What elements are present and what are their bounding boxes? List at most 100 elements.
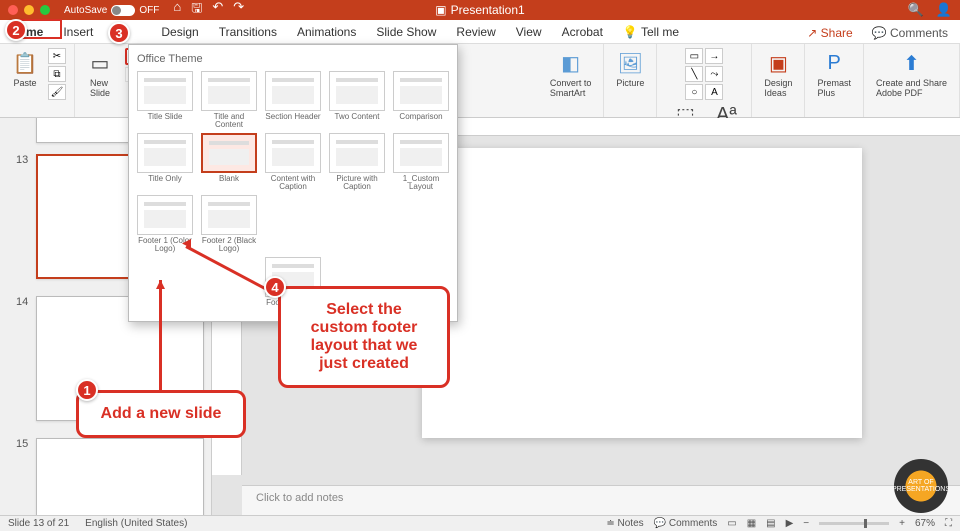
language-status[interactable]: English (United States) xyxy=(85,518,187,529)
layout-comparison[interactable]: Comparison xyxy=(391,71,451,129)
annotation-circle-4: 4 xyxy=(264,276,286,298)
format-painter-icon[interactable]: 🖌 xyxy=(48,84,66,100)
designer-group: ▣ Design Ideas xyxy=(752,44,805,117)
shape-rect-icon[interactable]: ▭ xyxy=(685,48,703,64)
layout-content-caption[interactable]: Content with Caption xyxy=(263,133,323,191)
layout-gallery: Office Theme Title Slide Title and Conte… xyxy=(128,44,458,322)
maximize-window-button[interactable] xyxy=(40,5,50,15)
document-title: ▣ Presentation1 xyxy=(435,3,524,17)
new-slide-icon: ▭ xyxy=(87,50,113,76)
picture-button[interactable]: 🖼 Picture xyxy=(612,48,648,90)
thumb-number-14: 14 xyxy=(16,296,28,308)
notes-pane[interactable]: Click to add notes xyxy=(242,485,960,515)
tab-acrobat[interactable]: Acrobat xyxy=(552,21,613,43)
shape-line-icon[interactable]: ╲ xyxy=(685,66,703,82)
slide-position: Slide 13 of 21 xyxy=(8,518,69,529)
powerpoint-icon: ▣ xyxy=(435,3,446,17)
premast-icon: P xyxy=(821,50,847,76)
view-slideshow-icon[interactable]: ▶ xyxy=(786,518,794,529)
annotation-box-1: Add a new slide xyxy=(76,390,246,438)
view-sorter-icon[interactable]: ▦ xyxy=(747,518,756,529)
layout-picture-caption[interactable]: Picture with Caption xyxy=(327,133,387,191)
adobe-pdf-button[interactable]: ⬆ Create and Share Adobe PDF xyxy=(872,48,951,100)
tab-view[interactable]: View xyxy=(506,21,552,43)
status-bar: Slide 13 of 21 English (United States) ≐… xyxy=(0,515,960,531)
zoom-slider[interactable] xyxy=(819,522,889,525)
zoom-in-icon[interactable]: + xyxy=(899,518,905,529)
tell-me[interactable]: 💡 Tell me xyxy=(613,21,689,43)
zoom-out-icon[interactable]: − xyxy=(803,518,809,529)
save-icon[interactable]: 🖫 xyxy=(191,0,202,21)
layout-blank[interactable]: Blank xyxy=(199,133,259,191)
home-icon[interactable]: ⌂ xyxy=(173,0,181,21)
autosave-state: OFF xyxy=(139,5,159,16)
tab-transitions[interactable]: Transitions xyxy=(209,21,287,43)
convert-smartart-button[interactable]: ◧ Convert to SmartArt xyxy=(546,48,596,100)
zoom-level[interactable]: 67% xyxy=(915,518,935,529)
view-reading-icon[interactable]: ▤ xyxy=(766,518,775,529)
smartart-group: ◧ Convert to SmartArt xyxy=(538,44,605,117)
copy-icon[interactable]: ⧉ xyxy=(48,66,66,82)
autosave-label: AutoSave xyxy=(64,5,107,16)
layout-two-content[interactable]: Two Content xyxy=(327,71,387,129)
undo-icon[interactable]: ↶ xyxy=(212,0,223,21)
fit-to-window-icon[interactable]: ⛶ xyxy=(945,518,952,529)
premast-button[interactable]: P Premast Plus xyxy=(813,48,855,100)
annotation-circle-3: 3 xyxy=(108,22,130,44)
autosave-toggle[interactable]: AutoSave OFF xyxy=(64,5,159,16)
shape-text-icon[interactable]: A xyxy=(705,84,723,100)
clipboard-group: 📋 Paste ✂ ⧉ 🖌 xyxy=(0,44,75,117)
annotation-circle-1: 1 xyxy=(76,379,98,401)
window-controls xyxy=(0,5,50,15)
tab-slideshow[interactable]: Slide Show xyxy=(366,21,446,43)
picture-group: 🖼 Picture xyxy=(604,44,657,117)
layout-title-content[interactable]: Title and Content xyxy=(199,71,259,129)
layout-footer2-black[interactable]: Footer 2 (Black Logo) xyxy=(199,195,259,253)
design-ideas-button[interactable]: ▣ Design Ideas xyxy=(760,48,796,100)
annotation-circle-2: 2 xyxy=(5,19,27,41)
adobe-icon: ⬆ xyxy=(898,50,924,76)
tab-review[interactable]: Review xyxy=(446,21,505,43)
quick-access-toolbar: ⌂ 🖫 ↶ ↷ xyxy=(173,0,244,21)
layout-title-only[interactable]: Title Only xyxy=(135,133,195,191)
window-titlebar: AutoSave OFF ⌂ 🖫 ↶ ↷ ▣ Presentation1 🔍 👤 xyxy=(0,0,960,20)
close-window-button[interactable] xyxy=(8,5,18,15)
layout-section-header[interactable]: Section Header xyxy=(263,71,323,129)
user-icon[interactable]: 👤 xyxy=(936,2,952,18)
shape-curve-icon[interactable]: ⤳ xyxy=(705,66,723,82)
thumb-number-15: 15 xyxy=(16,438,28,450)
design-ideas-icon: ▣ xyxy=(765,50,791,76)
layout-title-slide[interactable]: Title Slide xyxy=(135,71,195,129)
gallery-header: Office Theme xyxy=(135,51,451,71)
tab-design[interactable]: Design xyxy=(151,21,208,43)
annotation-arrow-1 xyxy=(159,280,162,390)
new-slide-button[interactable]: ▭ New Slide xyxy=(83,48,117,100)
layout-custom[interactable]: 1_Custom Layout xyxy=(391,133,451,191)
thumb-number-13: 13 xyxy=(16,154,28,166)
view-normal-icon[interactable]: ▭ xyxy=(727,518,736,529)
notes-toggle[interactable]: ≐ Notes xyxy=(606,518,643,529)
smartart-icon: ◧ xyxy=(558,50,584,76)
comments-toggle[interactable]: 💬 Comments xyxy=(654,518,718,529)
annotation-box-4: Select the custom footer layout that we … xyxy=(278,286,450,388)
redo-icon[interactable]: ↷ xyxy=(233,0,244,21)
premast-group: P Premast Plus xyxy=(805,44,864,117)
picture-icon: 🖼 xyxy=(617,50,643,76)
search-icon[interactable]: 🔍 xyxy=(908,2,924,18)
current-slide-canvas[interactable] xyxy=(422,148,862,438)
comments-button[interactable]: 💬 Comments xyxy=(866,24,954,42)
tab-insert[interactable]: Insert xyxy=(53,21,103,43)
ribbon-tabs: Home Insert Draw Design Transitions Anim… xyxy=(0,20,960,44)
watermark-logo: ART OF PRESENTATIONS xyxy=(894,459,948,513)
paste-button[interactable]: 📋 Paste xyxy=(8,48,42,90)
minimize-window-button[interactable] xyxy=(24,5,34,15)
slide-thumb-15[interactable] xyxy=(36,438,204,515)
adobe-group: ⬆ Create and Share Adobe PDF xyxy=(864,44,960,117)
shape-oval-icon[interactable]: ○ xyxy=(685,84,703,100)
cut-icon[interactable]: ✂ xyxy=(48,48,66,64)
share-button[interactable]: ↗ Share xyxy=(800,23,859,43)
drawing-group: ▭ ╲ ○ → ⤳ A ⬚ Arrange Aª Quick Styles xyxy=(657,44,752,117)
tab-animations[interactable]: Animations xyxy=(287,21,366,43)
autosave-switch[interactable] xyxy=(111,5,135,16)
shape-arrow-icon[interactable]: → xyxy=(705,48,723,64)
